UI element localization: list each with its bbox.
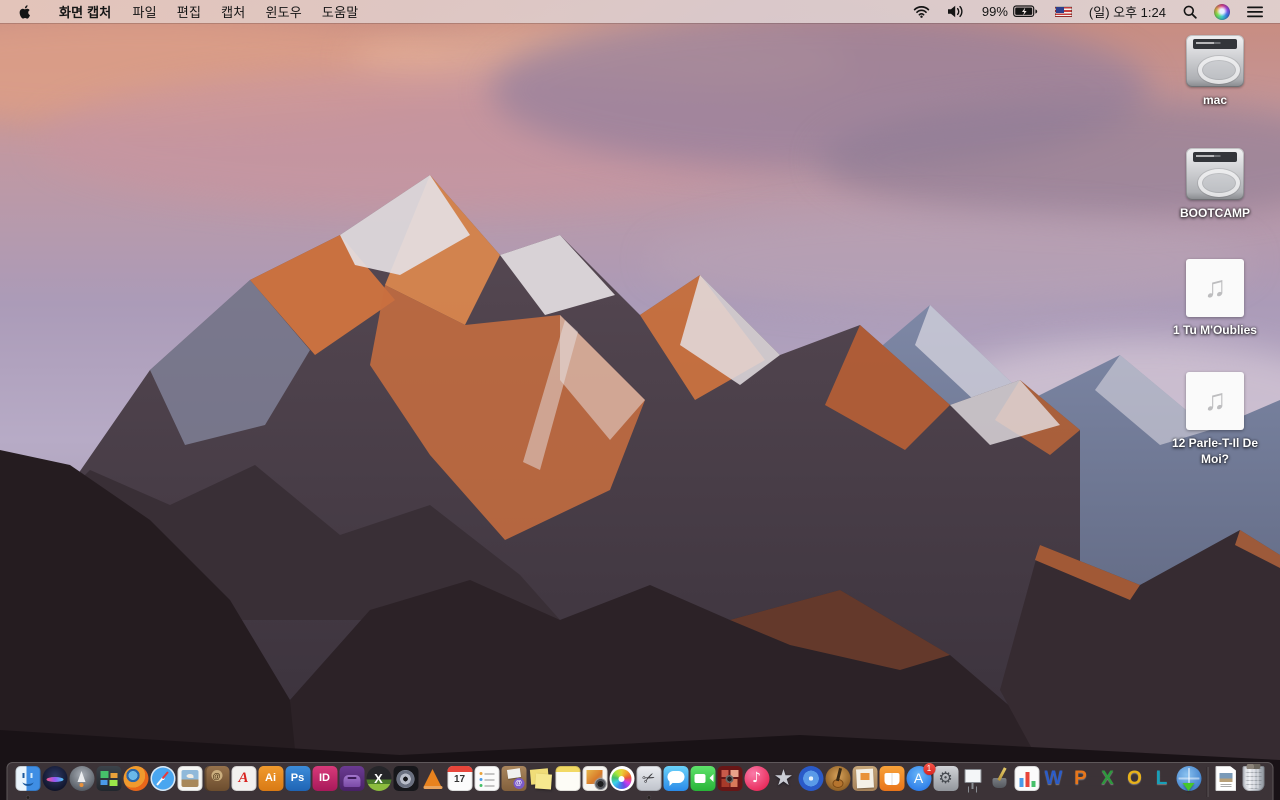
menu-help[interactable]: 도움말 (312, 0, 368, 23)
battery-charging-icon (1013, 5, 1038, 17)
menu-bar-left: 화면 캡처 파일 편집 캡처 윈도우 도움말 (0, 0, 368, 23)
dock-dvd-player-icon[interactable] (393, 766, 419, 800)
dock-photos-icon[interactable] (609, 766, 635, 800)
dock-outlook-icon[interactable] (1122, 766, 1148, 800)
dock-contacts-icon[interactable] (204, 766, 230, 800)
dock-word-icon[interactable] (1041, 766, 1067, 800)
app-menus: 화면 캡처 파일 편집 캡처 윈도우 도움말 (48, 0, 368, 23)
desktop-icon-bootcamp-drive[interactable]: BOOTCAMP (1162, 148, 1268, 221)
menu-file[interactable]: 파일 (122, 0, 166, 23)
menu-capture[interactable]: 캡처 (211, 0, 255, 23)
dock-indesign-icon[interactable] (312, 766, 338, 800)
desktop-icon-label: mac (1202, 93, 1228, 107)
dock-idvd-icon[interactable] (798, 766, 824, 800)
dock-app-store-icon[interactable]: 1 (906, 763, 935, 800)
running-indicator (647, 796, 650, 799)
dock-acrobat-reader-icon[interactable] (231, 766, 257, 800)
apple-menu[interactable] (0, 0, 48, 23)
desktop-icon-mac-drive[interactable]: mac (1162, 35, 1268, 108)
input-source-flag[interactable] (1050, 0, 1077, 23)
dock-document-file-icon[interactable] (1213, 766, 1239, 800)
dock-preview-icon[interactable] (177, 766, 203, 800)
menu-bar: 화면 캡처 파일 편집 캡처 윈도우 도움말 99% (일) 오후 1:24 (0, 0, 1280, 23)
desktop-icon-label: BOOTCAMP (1180, 206, 1250, 220)
dock-photo-booth-icon[interactable] (717, 766, 743, 800)
desktop-icon-audio-1-tu-moublies[interactable]: 1 Tu M'Oublies (1162, 259, 1268, 338)
menu-window[interactable]: 윈도우 (255, 0, 311, 23)
desktop: mac BOOTCAMP 1 Tu M'Oublies 12 Parle-T-Il D… (0, 23, 1280, 800)
dock-excel-icon[interactable] (1095, 766, 1121, 800)
dock: 17 1 (6, 762, 1274, 800)
drive-icon (1186, 148, 1244, 200)
dock-lync-icon[interactable] (1149, 766, 1175, 800)
dock-toast-icon[interactable] (339, 766, 365, 800)
audio-icon (1186, 259, 1244, 317)
battery-percent: 99% (981, 4, 1008, 19)
dock-siri-icon[interactable] (42, 766, 68, 800)
dock-stickies-icon[interactable] (528, 766, 554, 800)
dock-downloads-globe-icon[interactable] (1176, 766, 1202, 800)
desktop-icon-audio-12-parle-t-il-de-moi[interactable]: 12 Parle-T-Il De Moi? (1162, 372, 1268, 467)
drive-icon (1186, 35, 1244, 87)
apple-logo-icon (19, 4, 30, 19)
dock-notes-icon[interactable] (555, 766, 581, 800)
dock-vlc-icon[interactable] (420, 766, 446, 800)
dock-itunes-icon[interactable] (744, 766, 770, 800)
dock-system-preferences-icon[interactable] (933, 766, 959, 800)
dock-reminders-icon[interactable] (474, 766, 500, 800)
dock-divider (1206, 767, 1208, 797)
dock-photoshop-icon[interactable] (285, 766, 311, 800)
battery-status[interactable]: 99% (977, 0, 1043, 23)
menu-edit[interactable]: 편집 (167, 0, 211, 23)
dock-mission-control-icon[interactable] (96, 766, 122, 800)
dock-pages-icon[interactable] (987, 766, 1013, 800)
desktop-icon-label: 12 Parle-T-Il De Moi? (1171, 436, 1259, 467)
menu-bar-clock[interactable]: (일) 오후 1:24 (1084, 0, 1171, 23)
dock-trash-icon[interactable] (1240, 764, 1266, 800)
dock-garageband-icon[interactable] (825, 766, 851, 800)
siri-icon[interactable] (1209, 0, 1235, 23)
dock-xld-icon[interactable] (366, 766, 392, 800)
dock-numbers-icon[interactable] (1014, 766, 1040, 800)
dock-iweb-icon[interactable] (852, 766, 878, 800)
running-indicator (26, 796, 29, 799)
dock-imovie-icon[interactable] (771, 766, 797, 800)
dock-illustrator-icon[interactable] (258, 766, 284, 800)
wifi-icon[interactable] (908, 0, 935, 23)
dock-launchpad-icon[interactable] (69, 766, 95, 800)
desktop-icon-label: 1 Tu M'Oublies (1173, 323, 1257, 337)
menu-app-name[interactable]: 화면 캡처 (48, 0, 122, 23)
dock-calendar-icon[interactable]: 17 (447, 766, 473, 800)
dock-safari-icon[interactable] (150, 766, 176, 800)
dock-mail-archiver-icon[interactable] (501, 766, 527, 800)
dock-keynote-icon[interactable] (960, 766, 986, 800)
us-flag-icon (1054, 6, 1072, 17)
dock-ibooks-icon[interactable] (879, 766, 905, 800)
menu-bar-status: 99% (일) 오후 1:24 (908, 0, 1280, 23)
notification-center-icon[interactable] (1242, 0, 1268, 23)
audio-icon (1186, 372, 1244, 430)
volume-icon[interactable] (942, 0, 970, 23)
dock-finder-icon[interactable] (15, 766, 41, 800)
app-store-badge: 1 (923, 763, 935, 775)
dock-facetime-icon[interactable] (690, 766, 716, 800)
dock-iphoto-icon[interactable] (582, 766, 608, 800)
dock-firefox-icon[interactable] (123, 766, 149, 800)
dock-powerpoint-icon[interactable] (1068, 766, 1094, 800)
calendar-glyph: 17 (453, 774, 466, 785)
spotlight-search-icon[interactable] (1178, 0, 1202, 23)
dock-messages-icon[interactable] (663, 766, 689, 800)
dock-grab-icon[interactable] (636, 766, 662, 800)
